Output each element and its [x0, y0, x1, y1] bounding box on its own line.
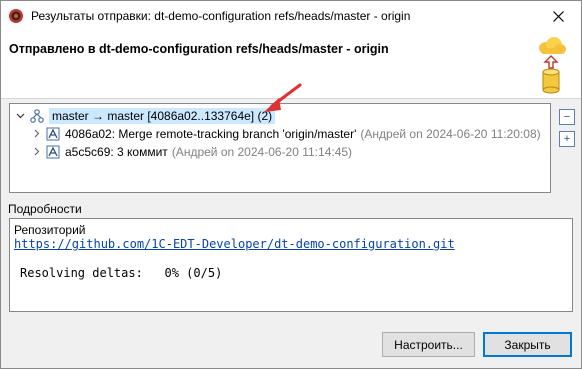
close-button[interactable]: Закрыть — [483, 332, 572, 357]
cloud-upload-repository-icon — [539, 37, 566, 94]
expand-chevron-icon[interactable] — [30, 146, 42, 158]
push-result-tree[interactable]: master → master [4086a02..133764e] (2) 4… — [9, 103, 551, 193]
push-results-dialog: Результаты отправки: dt-demo-configurati… — [0, 0, 582, 369]
branch-icon — [30, 108, 44, 123]
tree-row-branch[interactable]: master → master [4086a02..133764e] (2) — [14, 106, 276, 125]
expand-all-icon: + — [563, 132, 571, 145]
header-title: Отправлено в dt-demo-configuration refs/… — [9, 42, 389, 56]
commit-icon — [46, 145, 60, 158]
expand-chevron-icon[interactable] — [30, 128, 42, 140]
commit-meta: (Андрей on 2024-06-20 11:14:45) — [171, 144, 353, 159]
repository-url-link[interactable]: https://github.com/1C-EDT-Developer/dt-d… — [14, 237, 455, 251]
tree-row-commit[interactable]: a5c5c69: 3 коммит (Андрей on 2024-06-20 … — [30, 142, 352, 161]
commit-label: a5c5c69: 3 коммит — [65, 144, 168, 159]
app-icon — [9, 9, 23, 23]
commit-label: 4086a02: Merge remote-tracking branch 'o… — [65, 126, 357, 141]
title-bar: Результаты отправки: dt-demo-configurati… — [1, 1, 581, 32]
details-panel: Репозиторий https://github.com/1C-EDT-De… — [9, 218, 573, 312]
window-title: Результаты отправки: dt-demo-configurati… — [31, 9, 411, 23]
progress-text: Resolving deltas: 0% (0/5) — [20, 266, 223, 280]
collapse-chevron-icon[interactable] — [14, 110, 26, 122]
collapse-all-button[interactable]: − — [559, 109, 575, 125]
details-group-label: Подробности — [8, 202, 82, 216]
close-icon — [552, 11, 564, 22]
window-close-button[interactable] — [535, 1, 581, 32]
branch-label: master → master [4086a02..133764e] (2) — [49, 107, 276, 124]
configure-button[interactable]: Настроить... — [382, 332, 475, 357]
collapse-all-icon: − — [563, 110, 571, 123]
repository-label: Репозиторий — [14, 223, 86, 237]
expand-all-button[interactable]: + — [559, 131, 575, 147]
commit-icon — [46, 127, 60, 140]
dialog-header: Отправлено в dt-demo-configuration refs/… — [1, 32, 581, 99]
tree-row-commit[interactable]: 4086a02: Merge remote-tracking branch 'o… — [30, 124, 541, 143]
commit-meta: (Андрей on 2024-06-20 11:20:08) — [360, 126, 541, 141]
